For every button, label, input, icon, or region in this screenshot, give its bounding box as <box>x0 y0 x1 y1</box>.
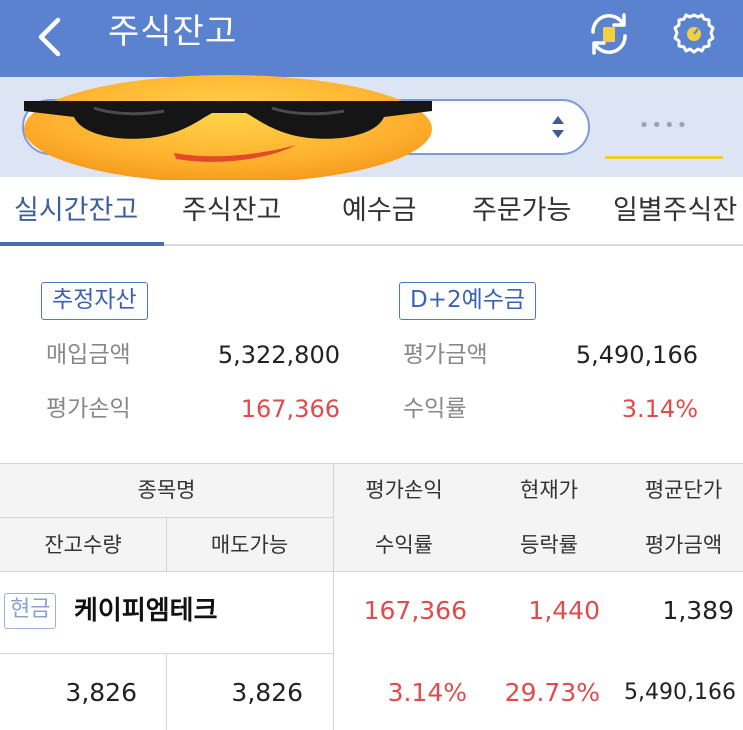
header-eval-pnl[interactable]: 평가손익 <box>334 476 474 504</box>
stock-name[interactable]: 케이피엠테크 <box>74 594 218 628</box>
eval-pnl-label: 평가손익 <box>46 396 131 422</box>
tab-bar: 실시간잔고 주식잔고 예수금 주문가능 일별주식잔 <box>0 180 743 246</box>
settings-button[interactable] <box>668 8 720 60</box>
refresh-icon <box>591 13 627 55</box>
asset-summary: 추정자산 D+2예수금 매입금액 5,322,800 평가금액 5,490,16… <box>0 248 743 463</box>
eval-pnl-value: 167,366 <box>240 395 340 423</box>
app-header: 주식잔고 <box>0 0 743 77</box>
d2-deposit-badge: D+2예수금 <box>399 282 537 320</box>
row-eval-amount: 5,490,166 <box>624 680 736 705</box>
header-stock-name[interactable]: 종목명 <box>0 476 333 504</box>
settings-gear-icon <box>673 13 715 54</box>
estimated-assets-badge: 추정자산 <box>41 282 148 320</box>
row-eval-pnl: 167,366 <box>363 596 467 625</box>
back-button[interactable] <box>30 14 70 60</box>
header-avg-price[interactable]: 평균단가 <box>624 476 743 504</box>
chevron-left-icon <box>38 17 61 57</box>
row-current-price: 1,440 <box>528 596 600 625</box>
eval-amount-label: 평가금액 <box>403 342 488 368</box>
header-eval-amount[interactable]: 평가금액 <box>624 531 743 559</box>
tab-stock-balance[interactable]: 주식잔고 <box>182 194 281 228</box>
row-avg-price: 1,389 <box>662 596 734 625</box>
header-change-rate[interactable]: 등락률 <box>474 531 624 559</box>
purchase-amount-value: 5,322,800 <box>217 341 340 369</box>
tab-daily-stock-balance[interactable]: 일별주식잔 <box>613 194 737 228</box>
tab-orderable[interactable]: 주문가능 <box>472 194 571 228</box>
row-sellable: 3,826 <box>231 678 303 707</box>
page-title: 주식잔고 <box>108 12 238 52</box>
holdings-table: 종목명 잔고수량 매도가능 평가손익 현재가 평균단가 수익률 등락률 평가금액… <box>0 463 743 730</box>
refresh-button[interactable] <box>583 8 635 60</box>
cash-type-badge: 현금 <box>4 593 57 629</box>
row-return-rate: 3.14% <box>387 678 467 707</box>
purchase-amount-label: 매입금액 <box>46 342 131 368</box>
header-current-price[interactable]: 현재가 <box>474 476 624 504</box>
tab-realtime-balance[interactable]: 실시간잔고 <box>14 194 138 228</box>
return-rate-label: 수익률 <box>403 396 467 422</box>
header-sellable[interactable]: 매도가능 <box>166 531 333 559</box>
eval-amount-value: 5,490,166 <box>575 341 698 369</box>
sunglasses-emoji-icon <box>24 75 432 180</box>
table-top-border <box>0 463 743 464</box>
tab-deposit[interactable]: 예수금 <box>342 194 417 228</box>
return-rate-value: 3.14% <box>621 395 698 423</box>
header-return-rate[interactable]: 수익률 <box>334 531 474 559</box>
header-bottom-border <box>0 571 743 572</box>
select-arrows-icon <box>552 116 564 138</box>
active-tab-indicator <box>0 242 164 246</box>
password-field[interactable]: •••• <box>605 105 723 159</box>
header-holding-qty[interactable]: 잔고수량 <box>0 531 166 559</box>
row-holding-qty: 3,826 <box>65 678 137 707</box>
row-change-rate: 29.73% <box>504 678 600 707</box>
